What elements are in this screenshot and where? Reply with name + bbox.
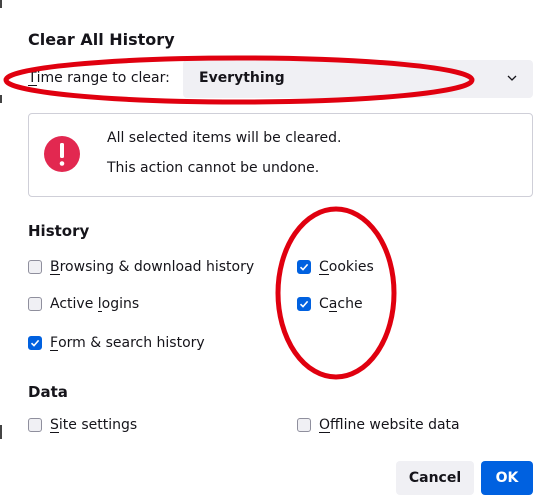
- time-range-label: Time range to clear:: [28, 70, 170, 86]
- edge-mark: [0, 425, 2, 439]
- history-heading: History: [28, 222, 90, 240]
- checkbox-box[interactable]: [28, 297, 42, 311]
- check-icon: [299, 300, 309, 308]
- warning-box: All selected items will be cleared. This…: [28, 113, 533, 197]
- dialog-title: Clear All History: [28, 30, 175, 49]
- cookies-checkbox[interactable]: Cookies: [297, 257, 374, 277]
- checkbox-box[interactable]: [297, 418, 311, 432]
- cache-checkbox[interactable]: Cache: [297, 294, 363, 314]
- time-range-label-text: ime range to clear:: [36, 70, 170, 86]
- checkbox-label: Offline website data: [319, 417, 460, 433]
- time-range-access-key: T: [28, 70, 37, 86]
- browsing-history-checkbox[interactable]: Browsing & download history: [28, 257, 254, 277]
- checkbox-label: Active logins: [50, 296, 140, 312]
- checkbox-box-checked[interactable]: [28, 336, 42, 350]
- active-logins-checkbox[interactable]: Active logins: [28, 294, 139, 314]
- checkbox-box-checked[interactable]: [297, 260, 311, 274]
- checkbox-box-checked[interactable]: [297, 297, 311, 311]
- offline-website-data-checkbox[interactable]: Offline website data: [297, 415, 460, 435]
- check-icon: [299, 263, 309, 271]
- cancel-button[interactable]: Cancel: [396, 461, 474, 495]
- check-icon: [30, 339, 40, 347]
- checkbox-label: Site settings: [50, 417, 138, 433]
- checkbox-box[interactable]: [28, 260, 42, 274]
- checkbox-label: Cookies: [319, 259, 374, 275]
- window-edge: [0, 0, 3, 504]
- chevron-down-icon: [507, 75, 517, 81]
- form-search-history-checkbox[interactable]: Form & search history: [28, 333, 205, 353]
- access-key: S: [50, 417, 59, 433]
- access-key: O: [319, 417, 331, 433]
- checkbox-box[interactable]: [28, 418, 42, 432]
- warning-text-line1: All selected items will be cleared.: [107, 130, 342, 146]
- ok-button[interactable]: OK: [481, 461, 533, 495]
- access-key: B: [50, 259, 60, 275]
- annotation-ellipse-cookies-cache: [275, 206, 397, 380]
- warning-text-line2: This action cannot be undone.: [107, 160, 320, 176]
- time-range-select[interactable]: Everything: [183, 60, 533, 98]
- access-key: C: [319, 259, 329, 275]
- access-key: F: [50, 335, 59, 351]
- data-heading: Data: [28, 383, 68, 401]
- time-range-value: Everything: [199, 70, 285, 86]
- edge-mark: [0, 95, 2, 103]
- clear-history-dialog: Clear All History Time range to clear: E…: [0, 0, 545, 504]
- site-settings-checkbox[interactable]: Site settings: [28, 415, 137, 435]
- checkbox-label: Browsing & download history: [50, 259, 255, 275]
- checkbox-label: Form & search history: [50, 335, 205, 351]
- checkbox-label: Cache: [319, 296, 363, 312]
- edge-mark: [0, 0, 2, 8]
- error-icon: [44, 136, 80, 172]
- time-range-row: Time range to clear: Everything: [28, 60, 533, 98]
